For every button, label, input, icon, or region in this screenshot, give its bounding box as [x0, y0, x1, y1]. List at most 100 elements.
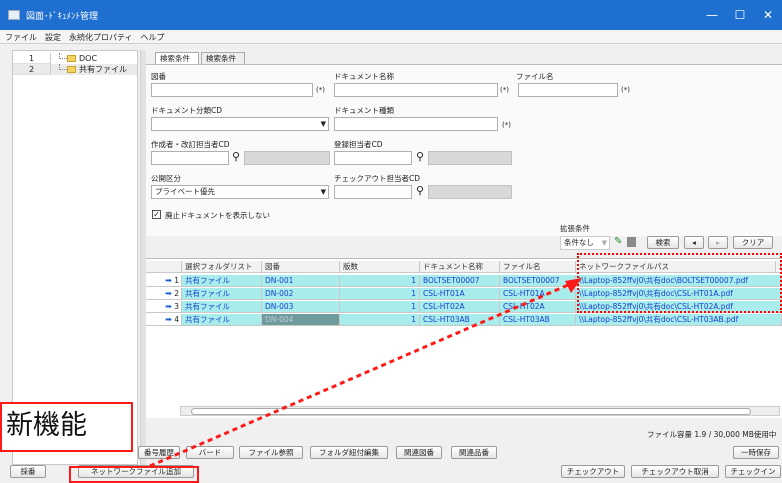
author-label: 作成者・改訂担当者CD [151, 140, 230, 149]
row-number: ➡ 4 [146, 314, 182, 326]
tree-row-number: 2 [13, 64, 51, 75]
clear-button[interactable]: クリア [733, 236, 773, 249]
tree-item-label: DOC [79, 54, 98, 63]
chevron-down-icon: ▼ [601, 239, 607, 247]
cancel-checkout-button[interactable]: チェックアウト取消 [631, 465, 719, 478]
tab-search2[interactable]: 検索条件2 [201, 52, 245, 74]
col-header-rev[interactable]: 版数 [340, 261, 420, 273]
checkin-button[interactable]: チェックイン [725, 465, 781, 478]
doc-name-suffix: (*) [500, 86, 509, 94]
arrow-right-icon: ➡ [165, 302, 172, 311]
eraser-icon[interactable] [627, 237, 636, 247]
close-button[interactable]: ✕ [756, 6, 780, 24]
temp-save-button[interactable]: 一時保存 [733, 446, 779, 459]
number-history-button[interactable]: 番号履歴 [138, 446, 180, 459]
cell-rev: 1 [340, 301, 420, 313]
hide-obsolete-checkbox[interactable]: ✓ [152, 210, 161, 219]
doc-kind-input[interactable] [334, 117, 498, 131]
cell-rev: 1 [340, 314, 420, 326]
menu-bar: ファイル 設定 永続化プロパティ ヘルプ [0, 30, 782, 44]
row-number: ➡ 1 [146, 275, 182, 287]
tab-search1[interactable]: 検索条件1 [155, 52, 199, 74]
menu-help[interactable]: ヘルプ [136, 30, 168, 43]
drawing-no-label: 図番 [151, 72, 166, 81]
col-header-drawing[interactable]: 図番 [262, 261, 340, 273]
visibility-label: 公開区分 [151, 174, 181, 183]
col-header-docname[interactable]: ドキュメント名称 [420, 261, 500, 273]
window-title: 図面･ﾄﾞｷｭﾒﾝﾄ管理 [26, 12, 99, 22]
registrant-search-icon[interactable]: ⚲ [414, 151, 426, 165]
doc-kind-label: ドキュメント種類 [334, 106, 394, 115]
doc-name-label: ドキュメント名称 [334, 72, 394, 81]
col-header-folder[interactable]: 選択フォルダリスト [182, 261, 262, 273]
related-drawing-button[interactable]: 関連図番 [396, 446, 442, 459]
checkout-user-search-icon[interactable]: ⚲ [414, 185, 426, 199]
drawing-no-input[interactable] [151, 83, 313, 97]
doc-class-label: ドキュメント分類CD [151, 106, 223, 115]
app-icon [8, 10, 20, 20]
upload-button[interactable]: バード [186, 446, 234, 459]
registrant-input[interactable] [334, 151, 412, 165]
row-number-text: 1 [174, 276, 179, 285]
author-input[interactable] [151, 151, 229, 165]
numbering-button[interactable]: 採番 [10, 465, 46, 478]
file-name-label: ファイル名 [516, 72, 554, 81]
row-number: ➡ 2 [146, 288, 182, 300]
arrow-right-icon: ➡ [165, 276, 172, 285]
cell-filename: BOLTSET00007 [500, 275, 576, 287]
folder-link-edit-button[interactable]: フォルダ紐付編集 [310, 446, 388, 459]
checkout-user-label: チェックアウト担当者CD [334, 174, 421, 183]
related-part-button[interactable]: 関連品番 [451, 446, 497, 459]
prev-button[interactable]: ◂ [684, 236, 704, 249]
author-search-icon[interactable]: ⚲ [230, 151, 242, 165]
file-browse-button[interactable]: ファイル参照 [239, 446, 303, 459]
ext-condition-select[interactable]: 条件なし ▼ [560, 236, 610, 250]
checkout-user-input[interactable] [334, 185, 412, 199]
menu-file[interactable]: ファイル [0, 30, 40, 43]
scrollbar-thumb[interactable] [191, 408, 751, 415]
registrant-label: 登録担当者CD [334, 140, 383, 149]
cell-drawing: DN-002 [262, 288, 340, 300]
col-header-filename[interactable]: ファイル名 [500, 261, 576, 273]
new-feature-button-highlight [69, 466, 199, 483]
tree-connector [59, 53, 67, 59]
cell-filename: CSL-HT01A [500, 288, 576, 300]
next-button[interactable]: ▸ [708, 236, 728, 249]
cell-netpath[interactable]: \\Laptop-852ffvj0\共有doc\CSL-HT03AB.pdf [576, 314, 782, 326]
doc-class-select[interactable]: ▼ [151, 117, 329, 131]
menu-persist-props[interactable]: 永続化プロパティ [64, 30, 136, 43]
pencil-icon[interactable]: ✎ [614, 236, 622, 247]
minimize-button[interactable]: — [700, 6, 724, 24]
arrow-right-icon: ➡ [165, 315, 172, 324]
visibility-select[interactable]: プライベート優先 ▼ [151, 185, 329, 199]
file-name-suffix: (*) [621, 86, 630, 94]
cell-folder: 共有ファイル [182, 301, 262, 313]
cell-docname: CSL-HT03AB [420, 314, 500, 326]
cell-docname: CSL-HT02A [420, 301, 500, 313]
col-header-rownum [146, 261, 182, 273]
cell-docname: CSL-HT01A [420, 288, 500, 300]
cell-rev: 1 [340, 275, 420, 287]
cell-folder: 共有ファイル [182, 314, 262, 326]
tree-item-label: 共有ファイル [79, 65, 127, 74]
cell-drawing: DN-003 [262, 301, 340, 313]
tree-item-doc[interactable]: 1 DOC [13, 53, 137, 64]
maximize-button[interactable]: ☐ [728, 6, 752, 24]
cell-folder: 共有ファイル [182, 275, 262, 287]
row-number: ➡ 3 [146, 301, 182, 313]
chevron-down-icon: ▼ [320, 188, 326, 196]
folder-icon [67, 66, 76, 73]
checkout-button[interactable]: チェックアウト [561, 465, 625, 478]
hide-obsolete-label: 廃止ドキュメントを表示しない [165, 211, 270, 220]
search-button[interactable]: 検索 [647, 236, 679, 249]
menu-settings[interactable]: 設定 [40, 30, 64, 43]
horizontal-scrollbar[interactable] [180, 406, 780, 416]
row-number-text: 3 [174, 302, 179, 311]
file-name-input[interactable] [518, 83, 618, 97]
tree-item-shared[interactable]: 2 共有ファイル [13, 64, 137, 75]
row-number-text: 2 [174, 289, 179, 298]
cell-folder: 共有ファイル [182, 288, 262, 300]
doc-name-input[interactable] [334, 83, 498, 97]
cell-filename: CSL-HT03AB [500, 314, 576, 326]
cell-drawing: DN-001 [262, 275, 340, 287]
